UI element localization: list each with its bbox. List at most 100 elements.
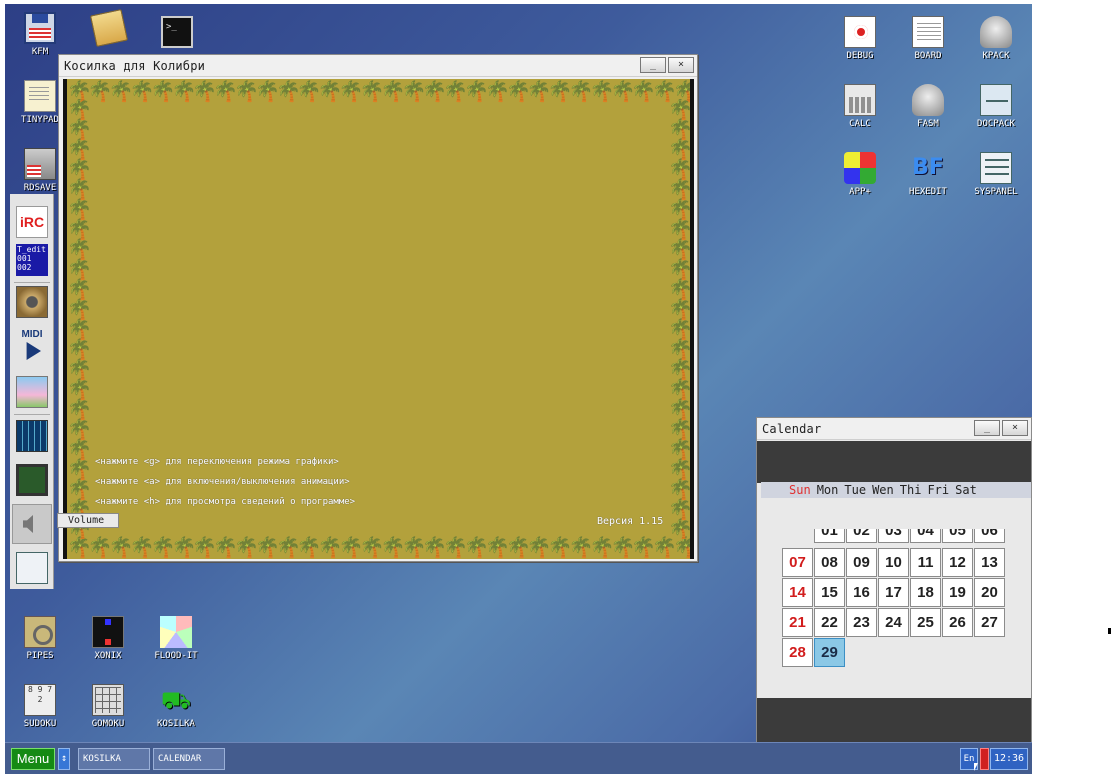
tree-border-left: 🌴 🌴 🌴 🌴 🌴 🌴 🌴 🌴 🌴 🌴 🌴 🌴 🌴 🌴 🌴 🌴 🌴 🌴 🌴 🌴 🌴 🌴	[67, 99, 89, 539]
desktop-icon-flood-it[interactable]: FLOOD-IT	[144, 616, 208, 661]
midi-label: MIDI	[21, 329, 43, 340]
calendar-day-11[interactable]: 11	[910, 548, 941, 577]
sudoku-icon: 8 9 7 2	[24, 684, 56, 716]
weekday-wed: Wen	[872, 483, 894, 497]
midi-player-icon[interactable]: MIDI	[16, 330, 48, 362]
cpu-icon[interactable]	[16, 464, 48, 496]
irc-icon[interactable]: iRC	[16, 206, 48, 238]
close-button[interactable]: ×	[1002, 420, 1028, 436]
flood-it-icon	[160, 616, 192, 648]
calendar-day-15[interactable]: 15	[814, 578, 845, 607]
task-button-calendar[interactable]: CALENDAR	[153, 748, 225, 770]
desktop-icon-debug[interactable]: DEBUG	[828, 16, 892, 61]
syspanel-icon	[980, 152, 1012, 184]
docpack-icon	[980, 84, 1012, 116]
desktop-icon-hexedit[interactable]: BF HEXEDIT	[896, 152, 960, 197]
weekday-mon: Mon	[816, 483, 839, 497]
calendar-footer-band	[757, 698, 1031, 745]
calendar-day-18[interactable]: 18	[910, 578, 941, 607]
calendar-day-05[interactable]: 05	[942, 529, 973, 543]
calendar-day-20[interactable]: 20	[974, 578, 1005, 607]
weekday-header: Sun Mon Tue Wen Thi Fri Sat	[761, 482, 1031, 498]
xonix-icon	[92, 616, 124, 648]
calendar-day-24[interactable]: 24	[878, 608, 909, 637]
weekday-thu: Thi	[899, 483, 922, 497]
settings-sliders-icon[interactable]	[16, 552, 48, 584]
calendar-day-22[interactable]: 22	[814, 608, 845, 637]
calendar-day-04[interactable]: 04	[910, 529, 941, 543]
game-version: Версия 1.15	[597, 516, 664, 527]
desktop-icon-sudoku[interactable]: 8 9 7 2 SUDOKU	[8, 684, 72, 729]
desktop-icon-folder[interactable]	[77, 9, 141, 47]
desktop-icon-kpack[interactable]: KPACK	[964, 16, 1028, 61]
volume-icon[interactable]	[12, 504, 52, 544]
folder-icon	[90, 9, 128, 47]
tree-border-top: 🌴🌴🌴🌴🌴🌴🌴🌴🌴🌴🌴🌴🌴🌴🌴🌴🌴🌴🌴🌴🌴🌴🌴🌴🌴🌴🌴🌴🌴🌴	[67, 79, 690, 103]
kosilka-window[interactable]: Косилка для Колибри _ × 🌴🌴🌴🌴🌴🌴🌴🌴🌴🌴🌴🌴🌴🌴🌴🌴…	[58, 54, 698, 562]
desktop-icon-fasm[interactable]: FASM	[896, 84, 960, 129]
calendar-day-19[interactable]: 19	[942, 578, 973, 607]
desktop-icon-pipes[interactable]: PIPES	[8, 616, 72, 661]
desktop-icon-xonix[interactable]: XONIX	[76, 616, 140, 661]
speaker-shape	[23, 515, 33, 533]
dock-separator	[14, 282, 50, 283]
hint-about: <нажмите <h> для просмотра сведений о пр…	[95, 497, 356, 507]
dock-separator	[14, 414, 50, 415]
terminal-icon	[161, 16, 193, 48]
calendar-day-23[interactable]: 23	[846, 608, 877, 637]
desktop-icon-terminal[interactable]	[145, 16, 209, 51]
calendar-day-17[interactable]: 17	[878, 578, 909, 607]
pipes-icon	[24, 616, 56, 648]
stray-mark	[1108, 628, 1111, 634]
task-button-kosilka[interactable]: KOSILKA	[78, 748, 150, 770]
weekday-sat: Sat	[955, 483, 977, 497]
minimize-button[interactable]: _	[640, 57, 666, 73]
calendar-day-02[interactable]: 02	[846, 529, 877, 543]
menu-button[interactable]: Menu	[11, 748, 55, 770]
game-field[interactable]: 🌴🌴🌴🌴🌴🌴🌴🌴🌴🌴🌴🌴🌴🌴🌴🌴🌴🌴🌴🌴🌴🌴🌴🌴🌴🌴🌴🌴🌴🌴 🌴🌴🌴🌴🌴🌴🌴🌴🌴…	[63, 79, 694, 559]
notepad-icon	[24, 80, 56, 112]
desktop-icon-gomoku[interactable]: GOMOKU	[76, 684, 140, 729]
debug-icon	[844, 16, 876, 48]
calendar-day-16[interactable]: 16	[846, 578, 877, 607]
play-icon	[26, 342, 41, 360]
tree-border-bottom: 🌴🌴🌴🌴🌴🌴🌴🌴🌴🌴🌴🌴🌴🌴🌴🌴🌴🌴🌴🌴🌴🌴🌴🌴🌴🌴🌴🌴🌴🌴	[67, 535, 690, 559]
desktop-icon-syspanel[interactable]: SYSPANEL	[964, 152, 1028, 197]
calendar-day-08[interactable]: 08	[814, 548, 845, 577]
calendar-day-12[interactable]: 12	[942, 548, 973, 577]
calendar-day-21[interactable]: 21	[782, 608, 813, 637]
calendar-day-13[interactable]: 13	[974, 548, 1005, 577]
desktop-icon-kosilka[interactable]: ⛟ KOSILKA	[144, 684, 208, 729]
calendar-day-27[interactable]: 27	[974, 608, 1005, 637]
board-icon	[912, 16, 944, 48]
window-title[interactable]: Косилка для Колибри	[59, 55, 697, 77]
calendar-day-07[interactable]: 07	[782, 548, 813, 577]
app-plus-icon	[844, 152, 876, 184]
taskbar-toggle-button[interactable]: ↕	[58, 748, 70, 770]
calendar-day-01[interactable]: 01	[814, 529, 845, 543]
fasm-icon	[912, 84, 944, 116]
calendar-day-14[interactable]: 14	[782, 578, 813, 607]
floppy-icon	[24, 12, 56, 44]
desktop-icon-kfm[interactable]: KFM	[8, 12, 72, 57]
minimize-button[interactable]: _	[974, 420, 1000, 436]
calendar-window[interactable]: Calendar _ × Sun Mon Tue Wen Thi Fri Sat 01 02 0…	[756, 417, 1032, 745]
calendar-day-10[interactable]: 10	[878, 548, 909, 577]
desktop-icon-board[interactable]: BOARD	[896, 16, 960, 61]
speaker-icon[interactable]	[16, 286, 48, 318]
calendar-day-06[interactable]: 06	[974, 529, 1005, 543]
calendar-day-26[interactable]: 26	[942, 608, 973, 637]
desktop-icon-app-plus[interactable]: APP+	[828, 152, 892, 197]
calendar-day-09[interactable]: 09	[846, 548, 877, 577]
calendar-day-28[interactable]: 28	[782, 638, 813, 667]
calendar-day-03[interactable]: 03	[878, 529, 909, 543]
t-edit-icon[interactable]: T_edit 001 002	[16, 244, 48, 276]
image-viewer-icon[interactable]	[16, 376, 48, 408]
clock[interactable]: 12:36	[990, 748, 1028, 770]
calendar-day-29[interactable]: 29	[814, 638, 845, 667]
grid-game-icon[interactable]	[16, 420, 48, 452]
desktop-icon-docpack[interactable]: DOCPACK	[964, 84, 1028, 129]
desktop-icon-calc[interactable]: CALC	[828, 84, 892, 129]
calendar-day-25[interactable]: 25	[910, 608, 941, 637]
close-button[interactable]: ×	[668, 57, 694, 73]
